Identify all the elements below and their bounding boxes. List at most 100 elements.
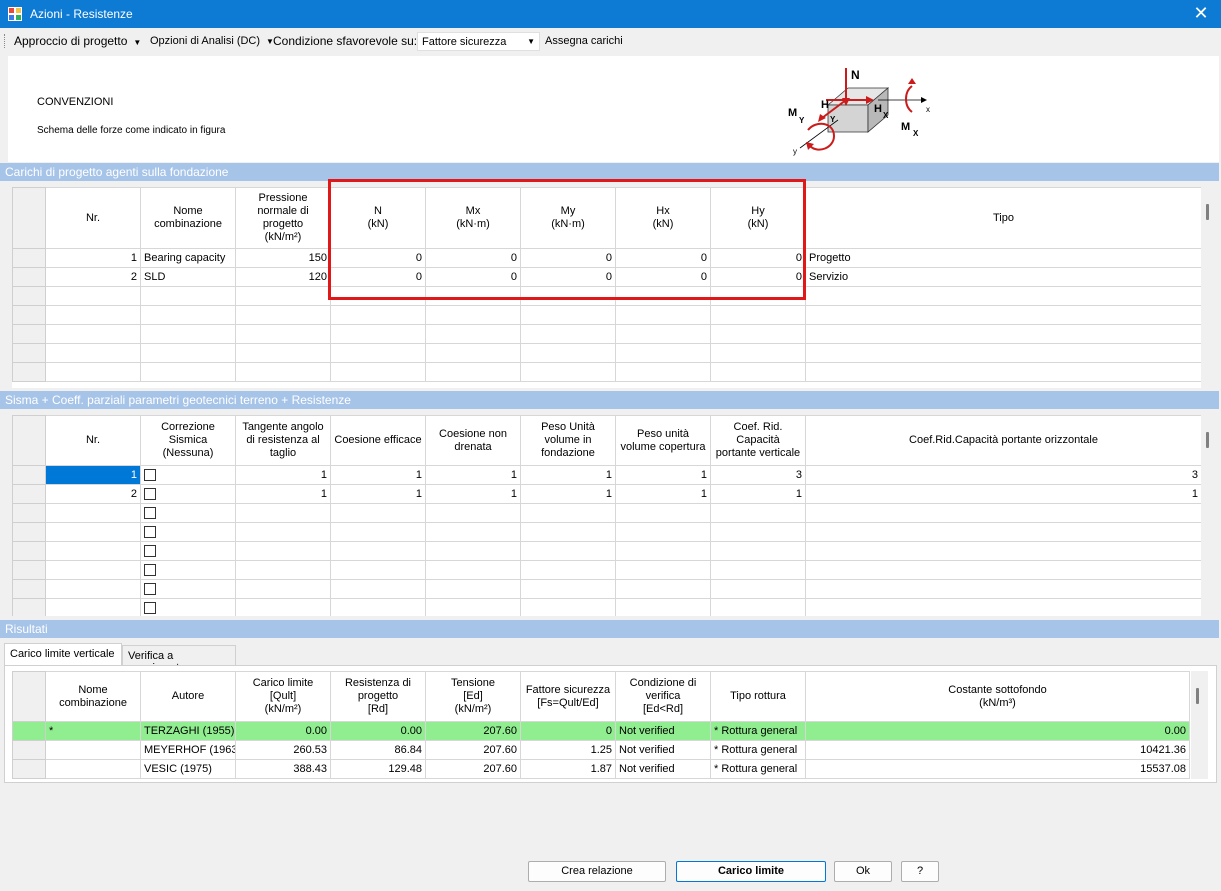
row-header[interactable] [12,522,46,542]
col-coef-orizzontale[interactable]: Coef.Rid.Capacità portante orizzontale [805,415,1202,466]
cell-nome[interactable]: SLD [140,267,236,287]
cell-carico[interactable]: 0.00 [235,721,331,741]
empty-cell[interactable] [710,503,806,523]
cell-correzione[interactable] [140,465,236,485]
row-header[interactable] [12,343,46,363]
cell-tipo[interactable]: Servizio [805,267,1202,287]
correzione-checkbox[interactable] [144,583,156,596]
loads-scrollbar[interactable] [1201,187,1218,388]
cell-marker[interactable] [45,759,141,779]
row-header[interactable] [12,484,46,504]
empty-cell[interactable] [710,324,806,344]
empty-cell[interactable] [520,343,616,363]
empty-cell[interactable] [615,503,711,523]
empty-cell[interactable] [235,343,331,363]
empty-cell[interactable] [710,579,806,599]
empty-cell[interactable] [805,579,1202,599]
cell-fattore[interactable]: 1.25 [520,740,616,760]
col-resistenza[interactable]: Resistenza di progetto [Rd] [330,671,426,722]
empty-cell[interactable] [330,522,426,542]
empty-cell[interactable] [425,324,521,344]
cell-coef-verticale[interactable]: 1 [710,484,806,504]
row-header[interactable] [12,598,46,616]
cell-condizione[interactable]: Not verified [615,721,711,741]
empty-cell[interactable] [330,305,426,325]
cell-nr[interactable]: 2 [45,267,141,287]
empty-cell[interactable] [330,324,426,344]
cell-carico[interactable]: 388.43 [235,759,331,779]
cell-coef-orizzontale[interactable]: 1 [805,484,1202,504]
empty-cell[interactable] [425,362,521,382]
empty-cell[interactable] [520,522,616,542]
empty-cell[interactable] [140,598,236,616]
empty-cell[interactable] [520,324,616,344]
cell-peso-copertura[interactable]: 1 [615,465,711,485]
empty-cell[interactable] [140,343,236,363]
empty-cell[interactable] [235,503,331,523]
col-nr[interactable]: Nr. [45,415,141,466]
empty-cell[interactable] [425,541,521,561]
empty-cell[interactable] [805,305,1202,325]
sisma-scrollbar[interactable] [1201,415,1218,616]
empty-cell[interactable] [140,305,236,325]
empty-cell[interactable] [520,503,616,523]
cell-tipo[interactable]: * Rottura general [710,740,806,760]
col-pressione[interactable]: Pressione normale di progetto (kN/m²) [235,187,331,249]
empty-cell[interactable] [805,541,1202,561]
empty-cell[interactable] [330,343,426,363]
empty-cell[interactable] [45,579,141,599]
row-header[interactable] [12,362,46,382]
col-coef-verticale[interactable]: Coef. Rid. Capacità portante verticale [710,415,806,466]
cell-nr[interactable]: 2 [45,484,141,504]
empty-cell[interactable] [615,579,711,599]
empty-cell[interactable] [45,362,141,382]
cell-fattore[interactable]: 1.87 [520,759,616,779]
cell-autore[interactable]: TERZAGHI (1955) [140,721,236,741]
col-coesione-nd[interactable]: Coesione non drenata [425,415,521,466]
tab-carico-limite-verticale[interactable]: Carico limite verticale [4,643,122,666]
row-header[interactable] [12,759,46,779]
empty-cell[interactable] [45,343,141,363]
empty-cell[interactable] [45,522,141,542]
cell-peso-fondazione[interactable]: 1 [520,465,616,485]
cell-tangente[interactable]: 1 [235,465,331,485]
empty-cell[interactable] [235,362,331,382]
empty-cell[interactable] [330,598,426,616]
empty-cell[interactable] [805,522,1202,542]
empty-cell[interactable] [140,522,236,542]
empty-cell[interactable] [45,598,141,616]
cell-tangente[interactable]: 1 [235,484,331,504]
col-peso-copertura[interactable]: Peso unità volume copertura [615,415,711,466]
empty-cell[interactable] [425,560,521,580]
correzione-checkbox[interactable] [144,507,156,520]
empty-cell[interactable] [235,560,331,580]
close-icon[interactable]: ✕ [1191,3,1211,23]
cell-tensione[interactable]: 207.60 [425,740,521,760]
empty-cell[interactable] [710,343,806,363]
cell-autore[interactable]: MEYERHOF (1963) [140,740,236,760]
empty-cell[interactable] [805,598,1202,616]
empty-cell[interactable] [615,598,711,616]
row-header[interactable] [12,721,46,741]
empty-cell[interactable] [45,324,141,344]
row-header[interactable] [12,305,46,325]
empty-cell[interactable] [235,286,331,306]
empty-cell[interactable] [805,503,1202,523]
row-header[interactable] [12,503,46,523]
empty-cell[interactable] [805,343,1202,363]
correzione-checkbox[interactable] [144,564,156,577]
cell-resistenza[interactable]: 86.84 [330,740,426,760]
cell-nome[interactable]: Bearing capacity [140,248,236,268]
empty-cell[interactable] [805,286,1202,306]
correzione-checkbox[interactable] [144,488,156,501]
row-header[interactable] [12,267,46,287]
tab-verifica-scorrimento[interactable]: Verifica a scorrimento [122,645,236,674]
row-header[interactable] [12,286,46,306]
empty-cell[interactable] [330,362,426,382]
empty-cell[interactable] [330,579,426,599]
cell-condizione[interactable]: Not verified [615,740,711,760]
cell-tipo[interactable]: Progetto [805,248,1202,268]
cell-tipo[interactable]: * Rottura general [710,759,806,779]
empty-cell[interactable] [425,598,521,616]
empty-cell[interactable] [615,305,711,325]
